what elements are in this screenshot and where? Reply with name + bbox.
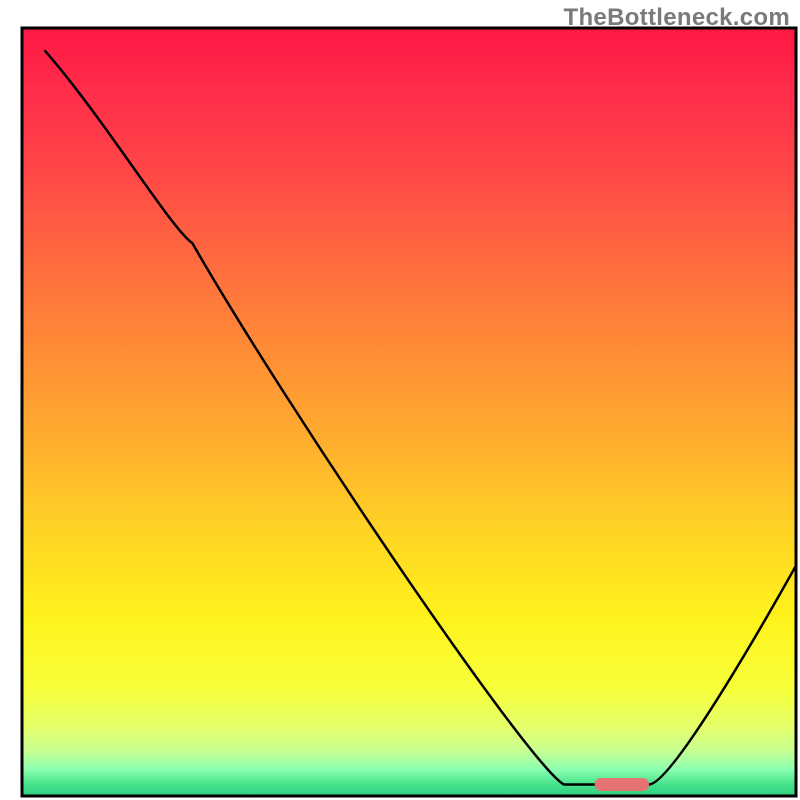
- watermark-text: TheBottleneck.com: [564, 4, 790, 32]
- gradient-background: [22, 28, 796, 796]
- chart-canvas: [0, 0, 800, 800]
- bottleneck-chart: TheBottleneck.com: [0, 0, 800, 800]
- optimal-marker: [595, 778, 649, 791]
